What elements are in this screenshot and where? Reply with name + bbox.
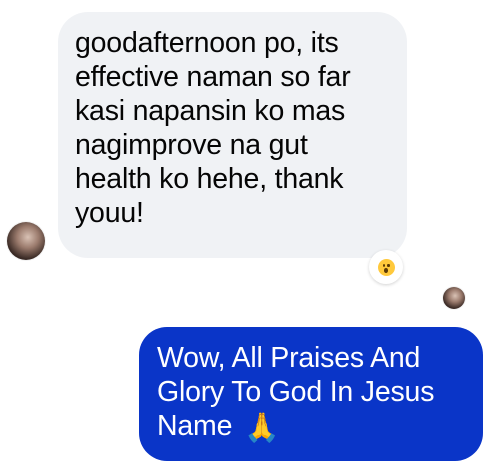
praying-hands-icon: 🙏 bbox=[243, 412, 280, 444]
sender-avatar[interactable] bbox=[7, 222, 45, 260]
message-line: health ko hehe, thank bbox=[75, 163, 344, 195]
message-line: youu! bbox=[75, 197, 144, 229]
seen-indicator-avatar bbox=[443, 287, 465, 309]
message-reaction[interactable] bbox=[369, 250, 403, 284]
message-line: effective naman so far bbox=[75, 61, 351, 93]
message-line: Wow, All Praises And bbox=[157, 342, 421, 374]
message-line-with-emoji: Name 🙏 bbox=[157, 409, 471, 445]
surprised-face-icon bbox=[377, 258, 395, 276]
message-line: nagimprove na gut bbox=[75, 129, 308, 161]
message-line: Glory To God In Jesus bbox=[157, 376, 435, 408]
outgoing-message-bubble[interactable]: Wow, All Praises And Glory To God In Jes… bbox=[139, 327, 483, 461]
message-line: Name bbox=[157, 410, 233, 442]
chat-thread: goodafternoon po, its effective naman so… bbox=[0, 0, 483, 464]
incoming-message-bubble[interactable]: goodafternoon po, its effective naman so… bbox=[58, 12, 407, 258]
message-line: goodafternoon po, its bbox=[75, 27, 339, 59]
message-line: kasi napansin ko mas bbox=[75, 95, 346, 127]
